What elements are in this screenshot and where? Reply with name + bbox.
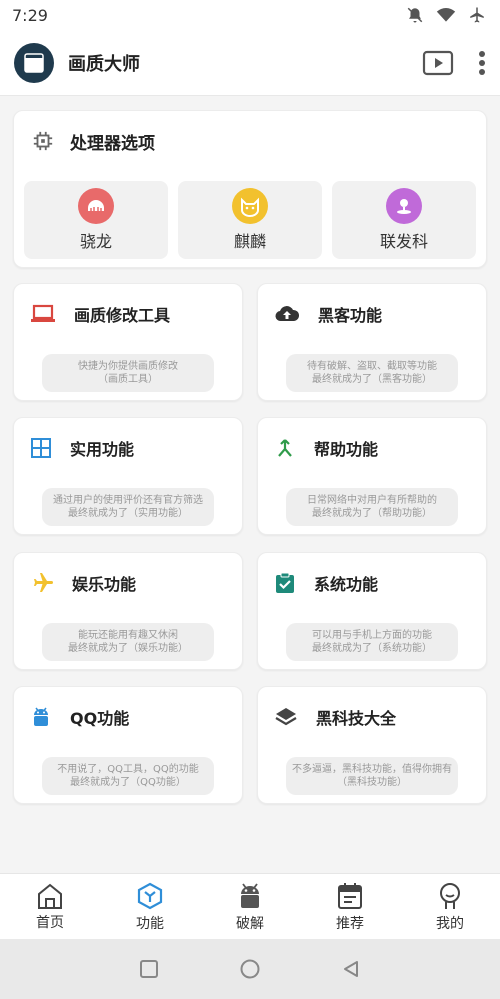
feature-desc: 日常网络中对用户有所帮助的 最终就成为了（帮助功能） [286,488,458,526]
processor-kirin[interactable]: 麒麟 [178,181,322,259]
airplane-mode-icon [470,7,484,23]
merge-arrow-icon [278,439,292,457]
feature-title: 黑客功能 [318,306,383,325]
more-menu-icon[interactable] [478,50,486,76]
feature-card-practical[interactable]: 实用功能 通过用户的使用评价还有官方筛选 最终就成为了（实用功能） [13,417,243,535]
processor-snapdragon[interactable]: 骁龙 [24,181,168,259]
nav-recommend[interactable]: 推荐 [300,874,400,939]
nav-label: 我的 [436,915,464,932]
processor-card: 处理器选项 骁龙 麒麟 联发科 [13,110,487,268]
status-icons [406,6,486,24]
back-icon[interactable] [341,959,361,979]
feature-desc: 快捷为你提供画质修改 （画质工具） [42,354,214,392]
feature-card-help[interactable]: 帮助功能 日常网络中对用户有所帮助的 最终就成为了（帮助功能） [257,417,487,535]
airplane-icon [34,573,53,592]
feature-title: 系统功能 [314,575,379,594]
feature-title: QQ功能 [70,709,130,728]
nav-features[interactable]: 功能 [100,874,200,939]
clipboard-check-icon [276,572,294,593]
recent-apps-icon[interactable] [139,959,159,979]
status-time: 7:29 [12,5,48,25]
cube-icon [137,882,163,909]
home-icon [38,883,62,909]
nav-home[interactable]: 首页 [0,874,100,939]
grid-icon [31,438,51,458]
android-icon [241,882,259,908]
nav-label: 首页 [36,914,64,931]
app-logo [14,42,54,83]
nav-label: 推荐 [336,915,364,932]
layers-icon [275,708,297,726]
processor-label: 麒麟 [233,232,266,251]
feature-card-black-tech[interactable]: 黑科技大全 不多逼逼，黑科技功能，值得你拥有 （黑科技功能） [257,686,487,804]
feature-title: 黑科技大全 [316,709,397,728]
nav-mine[interactable]: 我的 [400,874,500,939]
mute-bell-icon [407,7,423,23]
nav-label: 破解 [236,915,264,932]
bottom-nav: 首页 功能 破解 推荐 我的 [0,873,500,939]
kirin-icon [232,188,268,224]
calendar-icon [338,882,362,909]
app-bar: 画质大师 [0,30,500,96]
feature-card-entertainment[interactable]: 娱乐功能 能玩还能用有趣又休闲 最终就成为了（娱乐功能） [13,552,243,670]
nav-crack[interactable]: 破解 [200,874,300,939]
system-nav-bar [0,939,500,999]
laptop-icon [31,304,55,322]
android-icon [34,707,48,726]
nav-label: 功能 [136,915,164,932]
feature-desc: 通过用户的使用评价还有官方筛选 最终就成为了（实用功能） [42,488,214,526]
feature-card-hacker[interactable]: 黑客功能 待有破解、盗取、截取等功能 最终就成为了（黑客功能） [257,283,487,401]
feature-card-qq[interactable]: QQ功能 不用说了，QQ工具，QQ的功能 最终就成为了（QQ功能） [13,686,243,804]
wifi-icon [436,8,456,22]
app-title: 画质大师 [68,53,140,75]
feature-desc: 不用说了，QQ工具，QQ的功能 最终就成为了（QQ功能） [42,757,214,795]
processor-mediatek[interactable]: 联发科 [332,181,476,259]
cpu-icon [33,131,53,151]
person-icon [440,882,460,909]
cloud-upload-icon [275,306,300,322]
status-bar: 7:29 [0,0,500,30]
processor-label: 联发科 [379,232,428,251]
home-circle-icon[interactable] [239,958,261,980]
feature-card-system[interactable]: 系统功能 可以用与手机上方面的功能 最终就成为了（系统功能） [257,552,487,670]
feature-desc: 待有破解、盗取、截取等功能 最终就成为了（黑客功能） [286,354,458,392]
feature-card-quality-tool[interactable]: 画质修改工具 快捷为你提供画质修改 （画质工具） [13,283,243,401]
feature-title: 帮助功能 [314,440,379,459]
play-icon[interactable] [422,49,454,77]
feature-title: 娱乐功能 [72,575,137,594]
snapdragon-icon [78,188,114,224]
processor-label: 骁龙 [79,232,112,251]
feature-desc: 可以用与手机上方面的功能 最终就成为了（系统功能） [286,623,458,661]
feature-desc: 能玩还能用有趣又休闲 最终就成为了（娱乐功能） [42,623,214,661]
feature-title: 实用功能 [70,440,135,459]
mediatek-icon [386,188,422,224]
processor-title: 处理器选项 [70,133,155,154]
feature-title: 画质修改工具 [74,306,171,325]
feature-desc: 不多逼逼，黑科技功能，值得你拥有 （黑科技功能） [286,757,458,795]
